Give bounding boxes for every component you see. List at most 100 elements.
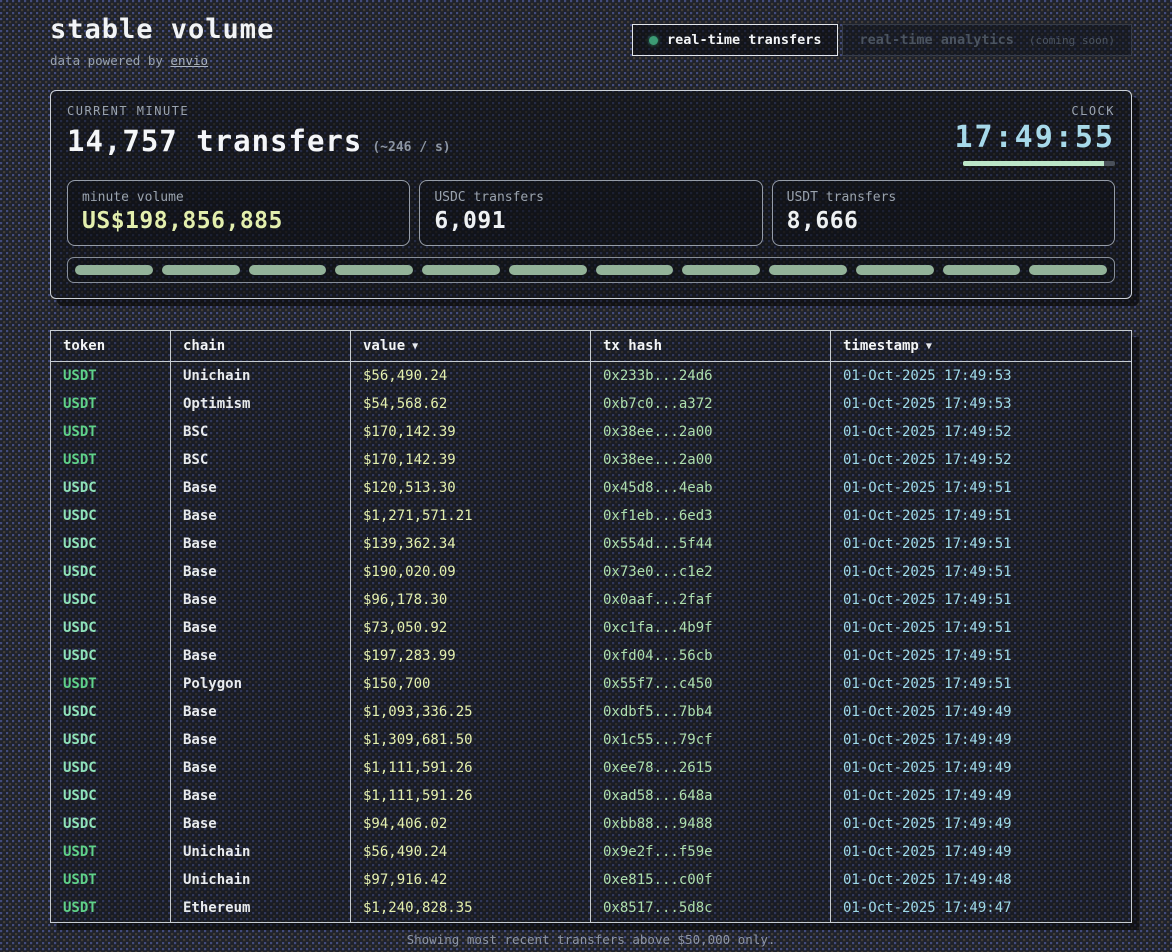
cell-tx-hash[interactable]: 0x0aaf...2faf xyxy=(591,586,831,614)
cell-value: $170,142.39 xyxy=(351,446,591,474)
tab-realtime-transfers[interactable]: real-time transfers xyxy=(632,24,838,56)
table-header: token chain value▼ tx hash timestamp▼ xyxy=(51,331,1131,362)
cell-chain: Base xyxy=(171,726,351,754)
cell-tx-hash[interactable]: 0x8517...5d8c xyxy=(591,894,831,922)
col-header-tx-hash: tx hash xyxy=(591,331,831,362)
segment-pill xyxy=(509,265,587,275)
cell-token: USDC xyxy=(51,502,171,530)
cell-value: $190,020.09 xyxy=(351,558,591,586)
cell-chain: Base xyxy=(171,474,351,502)
cell-chain: Base xyxy=(171,502,351,530)
cell-tx-hash[interactable]: 0xb7c0...a372 xyxy=(591,390,831,418)
table-row: USDCBase$120,513.300x45d8...4eab01-Oct-2… xyxy=(51,474,1131,502)
cell-tx-hash[interactable]: 0xc1fa...4b9f xyxy=(591,614,831,642)
cell-tx-hash[interactable]: 0xdbf5...7bb4 xyxy=(591,698,831,726)
envio-link[interactable]: envio xyxy=(170,53,208,68)
usdc-transfers-label: USDC transfers xyxy=(434,190,747,205)
col-header-value[interactable]: value▼ xyxy=(351,331,591,362)
cell-tx-hash[interactable]: 0xee78...2615 xyxy=(591,754,831,782)
page-title: stable volume xyxy=(50,14,274,45)
segment-pill xyxy=(249,265,327,275)
cell-tx-hash[interactable]: 0x55f7...c450 xyxy=(591,670,831,698)
cell-chain: Base xyxy=(171,586,351,614)
cell-tx-hash[interactable]: 0xad58...648a xyxy=(591,782,831,810)
table-row: USDTUnichain$56,490.240x233b...24d601-Oc… xyxy=(51,362,1131,390)
cell-tx-hash[interactable]: 0xbb88...9488 xyxy=(591,810,831,838)
segment-pill xyxy=(682,265,760,275)
powered-by: data powered by envio xyxy=(50,53,274,68)
clock-label: CLOCK xyxy=(955,104,1116,118)
cell-tx-hash[interactable]: 0xe815...c00f xyxy=(591,866,831,894)
cell-token: USDC xyxy=(51,614,171,642)
cell-value: $94,406.02 xyxy=(351,810,591,838)
cell-value: $97,916.42 xyxy=(351,866,591,894)
cell-value: $1,111,591.26 xyxy=(351,754,591,782)
minute-segments xyxy=(67,257,1115,283)
col-header-token: token xyxy=(51,331,171,362)
tab-realtime-transfers-label: real-time transfers xyxy=(667,32,821,48)
cell-token: USDT xyxy=(51,446,171,474)
tab-realtime-analytics[interactable]: real-time analytics (coming soon) xyxy=(842,24,1132,56)
cell-tx-hash[interactable]: 0x73e0...c1e2 xyxy=(591,558,831,586)
cell-token: USDC xyxy=(51,782,171,810)
cell-value: $1,111,591.26 xyxy=(351,782,591,810)
cell-value: $56,490.24 xyxy=(351,838,591,866)
col-header-chain: chain xyxy=(171,331,351,362)
cell-timestamp: 01-Oct-2025 17:49:47 xyxy=(831,894,1131,922)
footer-note: Showing most recent transfers above $50,… xyxy=(50,923,1132,947)
cell-value: $120,513.30 xyxy=(351,474,591,502)
cell-token: USDT xyxy=(51,418,171,446)
cell-tx-hash[interactable]: 0xf1eb...6ed3 xyxy=(591,502,831,530)
clock-progress-bar xyxy=(963,161,1115,166)
cell-timestamp: 01-Oct-2025 17:49:51 xyxy=(831,614,1131,642)
cell-tx-hash[interactable]: 0x38ee...2a00 xyxy=(591,446,831,474)
table-row: USDTOptimism$54,568.620xb7c0...a37201-Oc… xyxy=(51,390,1131,418)
clock-progress-fill xyxy=(963,161,1104,166)
col-header-timestamp[interactable]: timestamp▼ xyxy=(831,331,1131,362)
cell-token: USDC xyxy=(51,726,171,754)
segment-pill xyxy=(943,265,1021,275)
stat-box-minute-volume: minute volume US$198,856,885 xyxy=(67,180,410,246)
cell-timestamp: 01-Oct-2025 17:49:51 xyxy=(831,586,1131,614)
cell-timestamp: 01-Oct-2025 17:49:49 xyxy=(831,782,1131,810)
segment-pill xyxy=(856,265,934,275)
cell-value: $1,271,571.21 xyxy=(351,502,591,530)
stat-box-usdc-transfers: USDC transfers 6,091 xyxy=(419,180,762,246)
stat-box-usdt-transfers: USDT transfers 8,666 xyxy=(772,180,1115,246)
transfer-rate: (~246 / s) xyxy=(372,140,450,155)
usdt-transfers-value: 8,666 xyxy=(787,208,1100,234)
cell-chain: Unichain xyxy=(171,362,351,390)
segment-pill xyxy=(1029,265,1107,275)
usdc-transfers-value: 6,091 xyxy=(434,208,747,234)
table-row: USDTBSC$170,142.390x38ee...2a0001-Oct-20… xyxy=(51,446,1131,474)
cell-token: USDC xyxy=(51,642,171,670)
cell-tx-hash[interactable]: 0x233b...24d6 xyxy=(591,362,831,390)
cell-chain: Base xyxy=(171,698,351,726)
cell-token: USDT xyxy=(51,390,171,418)
cell-value: $73,050.92 xyxy=(351,614,591,642)
cell-timestamp: 01-Oct-2025 17:49:51 xyxy=(831,670,1131,698)
cell-token: USDT xyxy=(51,838,171,866)
cell-tx-hash[interactable]: 0x9e2f...f59e xyxy=(591,838,831,866)
cell-timestamp: 01-Oct-2025 17:49:51 xyxy=(831,558,1131,586)
cell-timestamp: 01-Oct-2025 17:49:51 xyxy=(831,642,1131,670)
cell-chain: Unichain xyxy=(171,838,351,866)
cell-tx-hash[interactable]: 0x38ee...2a00 xyxy=(591,418,831,446)
clock-block: CLOCK 17:49:55 xyxy=(955,104,1116,166)
cell-tx-hash[interactable]: 0x554d...5f44 xyxy=(591,530,831,558)
cell-token: USDT xyxy=(51,894,171,922)
clock-time: 17:49:55 xyxy=(955,120,1116,155)
table-body: USDTUnichain$56,490.240x233b...24d601-Oc… xyxy=(51,362,1131,922)
cell-timestamp: 01-Oct-2025 17:49:52 xyxy=(831,446,1131,474)
cell-tx-hash[interactable]: 0x1c55...79cf xyxy=(591,726,831,754)
cell-token: USDC xyxy=(51,698,171,726)
coming-soon-label: (coming soon) xyxy=(1029,34,1115,47)
table-row: USDCBase$1,111,591.260xad58...648a01-Oct… xyxy=(51,782,1131,810)
minute-volume-label: minute volume xyxy=(82,190,395,205)
cell-timestamp: 01-Oct-2025 17:49:51 xyxy=(831,474,1131,502)
table-row: USDCBase$94,406.020xbb88...948801-Oct-20… xyxy=(51,810,1131,838)
cell-timestamp: 01-Oct-2025 17:49:48 xyxy=(831,866,1131,894)
cell-tx-hash[interactable]: 0xfd04...56cb xyxy=(591,642,831,670)
cell-tx-hash[interactable]: 0x45d8...4eab xyxy=(591,474,831,502)
cell-value: $54,568.62 xyxy=(351,390,591,418)
